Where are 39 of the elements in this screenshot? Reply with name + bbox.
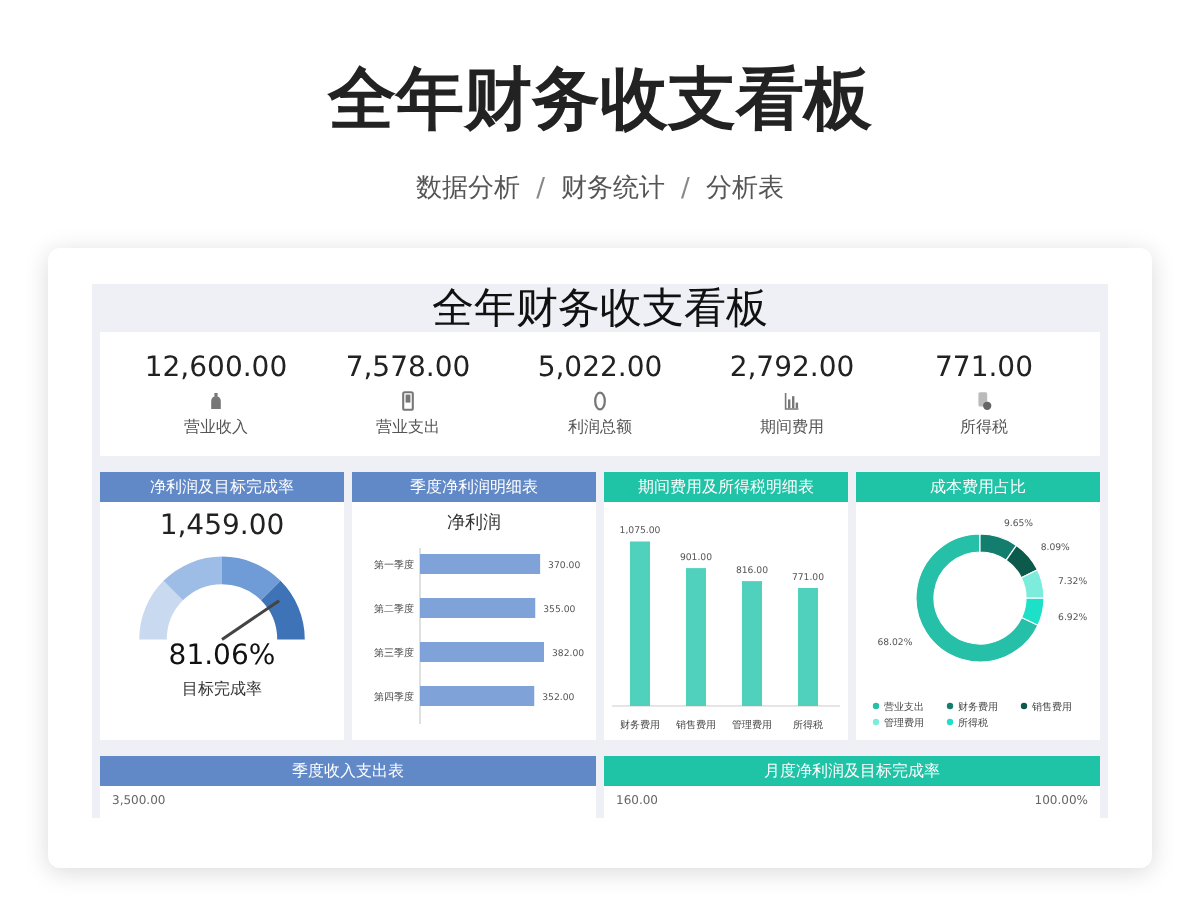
bar	[686, 568, 706, 706]
kpi-label: 利润总额	[568, 415, 632, 437]
panel-header: 净利润及目标完成率	[100, 472, 344, 502]
kpi-value: 12,600.00	[144, 351, 288, 385]
bar	[420, 686, 535, 706]
breadcrumb-item[interactable]: 数据分析	[416, 172, 521, 208]
breadcrumb-separator: /	[536, 172, 545, 208]
panel-header: 成本费用占比	[856, 472, 1100, 502]
kpi-label: 所得税	[960, 415, 1008, 437]
panel-header: 季度净利润明细表	[352, 472, 596, 502]
phone-icon	[400, 389, 416, 411]
bar	[420, 554, 541, 574]
bag-icon	[208, 389, 224, 411]
kpi-value: 771.00	[935, 351, 1033, 385]
breadcrumb-item[interactable]: 财务统计	[561, 172, 665, 208]
kpi-label: 期间费用	[760, 415, 824, 437]
bar-chart-icon	[784, 389, 800, 411]
breadcrumb-item[interactable]: 分析表	[705, 172, 784, 208]
page-title: 全年财务收支看板	[328, 58, 872, 144]
bar	[742, 581, 762, 706]
bar	[798, 588, 818, 706]
kpi-label: 营业支出	[376, 415, 440, 437]
panel-header: 月度净利润及目标完成率	[604, 756, 1100, 786]
coin-icon	[592, 389, 608, 411]
kpi-value: 2,792.00	[729, 351, 855, 385]
dashboard-title: 全年财务收支看板	[430, 284, 770, 332]
kpi-value: 5,022.00	[537, 351, 663, 385]
kpi-label: 营业收入	[184, 415, 248, 437]
panel-header: 季度收入支出表	[100, 756, 596, 786]
breadcrumb-separator: /	[681, 172, 690, 208]
completion-percent: 81.06%	[168, 640, 276, 674]
bar	[420, 642, 544, 662]
chart-title: 净利润	[447, 512, 501, 536]
net-profit-value: 1,459.00	[159, 510, 285, 544]
kpi-value: 7,578.00	[345, 351, 471, 385]
panel-header: 期间费用及所得税明细表	[604, 472, 848, 502]
gauge-label: 目标完成率	[182, 678, 262, 700]
bar	[420, 598, 536, 618]
jar-icon	[976, 389, 992, 411]
